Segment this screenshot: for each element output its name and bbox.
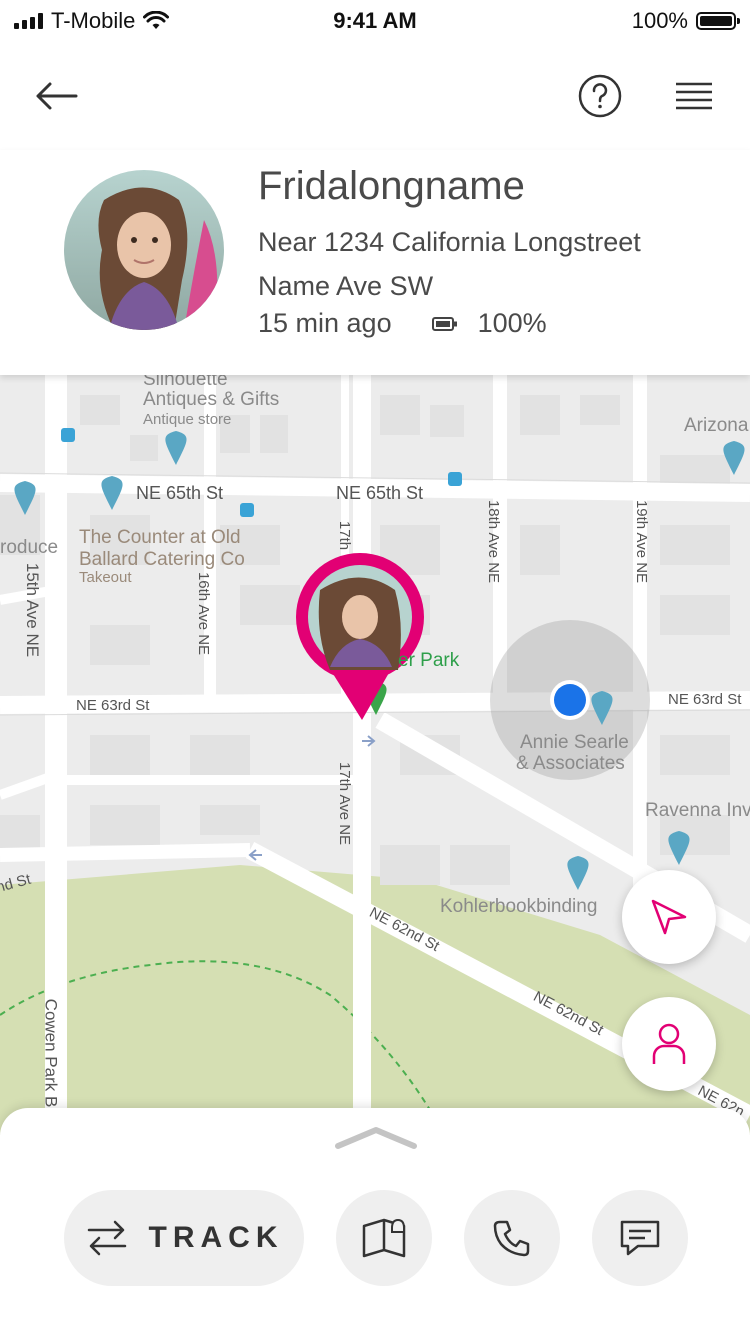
map-label: Annie Searle [520,732,629,753]
map-label: Ballard Catering Co [79,549,245,570]
chevron-up-icon[interactable] [334,1124,418,1150]
street-label: NE 65th St [336,483,424,503]
street-label: 16th Ave NE [195,571,213,656]
phone-icon [493,1220,530,1257]
top-navigation-bar [0,50,750,140]
street-label: Cowen Park B [41,998,61,1108]
map-label: Kohlerbookbinding [440,896,598,917]
map-label: Takeout [79,569,132,586]
message-button[interactable] [592,1190,688,1286]
street-label: NE 63rd St [668,691,742,708]
battery-status: 100% [631,8,740,34]
map-label: The Counter at Old [79,527,241,548]
street-label: 15th Ave NE [23,562,43,658]
avatar [64,170,224,330]
battery-percent: 100% [631,8,688,33]
diary-button[interactable] [336,1190,432,1286]
person-name: Fridalongname [258,164,525,208]
last-seen-time: 15 min ago [258,308,392,338]
map-label: Arizona [684,415,749,436]
street-label: 19th Ave NE [633,499,651,584]
battery-icon [431,316,457,331]
map-label: & Associates [516,753,625,774]
street-label: 18th Ave NE [485,499,503,584]
address-line-1: Near 1234 California Longstreet [258,227,641,257]
map-label: Ravenna Inv [645,800,750,821]
map-label: er Park [398,650,460,671]
person-icon [652,1023,686,1064]
status-bar: T-Mobile 9:41 AM 100% [0,0,750,40]
map-view[interactable]: Silhouette Antiques & Gifts Antique stor… [0,375,750,1135]
track-label: TRACK [148,1221,284,1254]
navigation-arrow-icon [651,899,687,935]
battery-icon [696,12,740,30]
street-label: NE 63rd St [76,697,150,714]
map-label: Antique store [143,411,232,428]
book-bell-icon [362,1218,406,1258]
address-line-2: Name Ave SW [258,271,434,301]
call-button[interactable] [464,1190,560,1286]
device-battery-percent: 100% [477,308,547,338]
street-label: 17th Ave NE [336,761,354,846]
profile-card[interactable]: Fridalongname Near 1234 California Longs… [0,150,750,375]
help-button[interactable] [574,70,626,122]
person-button[interactable] [622,997,716,1091]
device-battery: 100% [431,308,547,339]
message-icon [620,1220,660,1256]
street-label: NE 65th St [136,483,224,503]
arrow-left-icon [36,82,78,110]
track-button[interactable]: TRACK [64,1190,304,1286]
swap-arrows-icon [87,1220,126,1256]
map-label: roduce [0,537,59,558]
navigate-button[interactable] [622,870,716,964]
hamburger-menu-icon [676,82,712,110]
location-meta: 15 min ago 100% [258,308,547,339]
back-button[interactable] [30,70,82,122]
menu-button[interactable] [668,70,720,122]
bottom-sheet: TRACK [0,1108,750,1334]
person-address: Near 1234 California Longstreet Name Ave… [258,220,718,308]
map-label: Antiques & Gifts [143,389,280,410]
question-circle-icon [578,74,622,118]
street-label: 17th [336,520,354,551]
